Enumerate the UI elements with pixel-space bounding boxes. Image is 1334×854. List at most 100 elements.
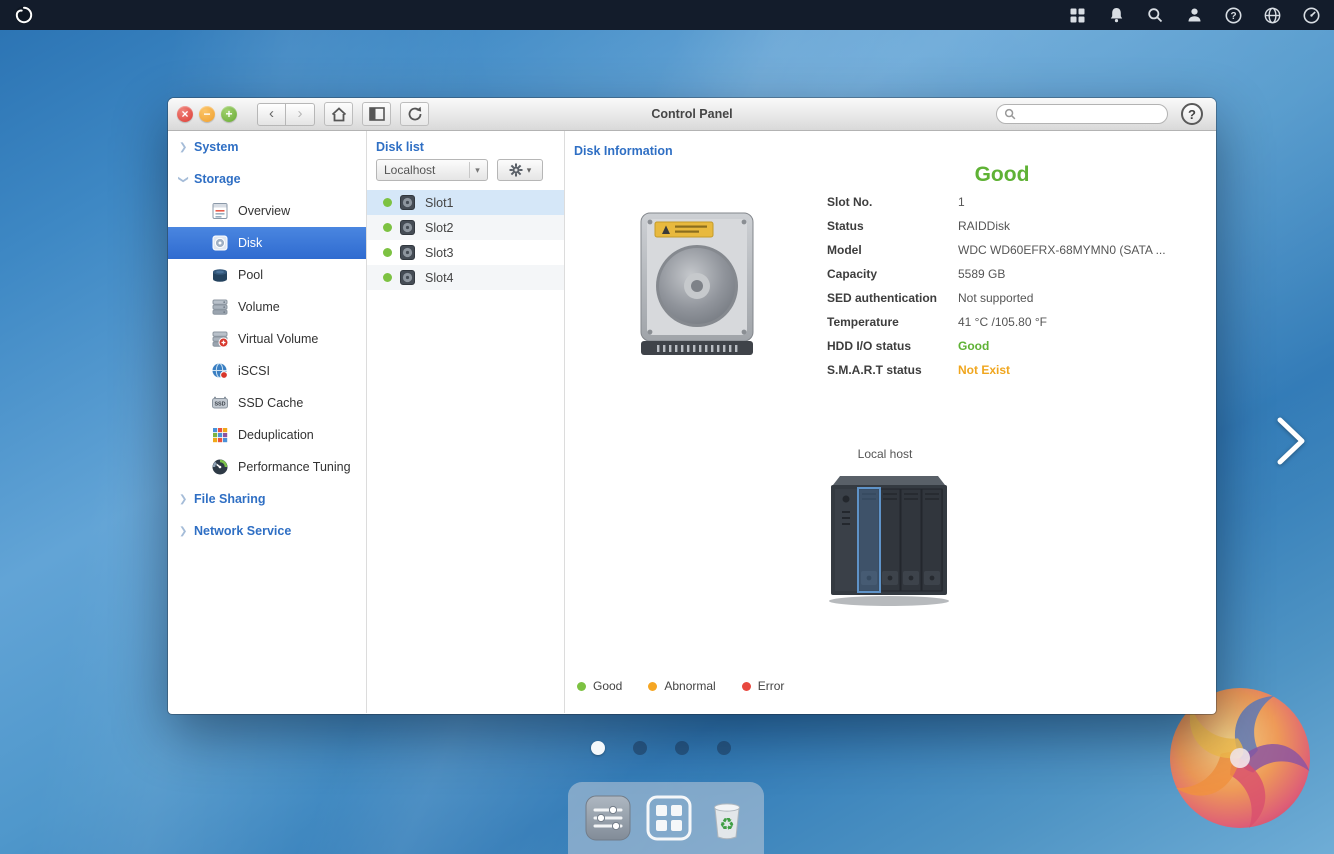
chevron-right-icon: [179, 142, 194, 153]
disk-list-panel: Disk list Localhost: [367, 131, 565, 713]
refresh-button[interactable]: [400, 102, 429, 126]
window-title: Control Panel: [651, 107, 732, 121]
local-host-label: Local host: [805, 447, 965, 461]
field-value: WDC WD60EFRX-68MYMN0 (SATA ...: [958, 243, 1166, 257]
status-dot-abnormal: [648, 682, 657, 691]
topbar: ?: [0, 0, 1334, 30]
legend-abnormal: Abnormal: [648, 679, 715, 693]
slot-row-slot4[interactable]: Slot4: [367, 265, 564, 290]
sidebar-group-storage[interactable]: Storage: [168, 163, 366, 195]
hdd-slot-icon: [400, 245, 415, 260]
sidebar-item-disk[interactable]: Disk: [168, 227, 366, 259]
apps-grid-icon[interactable]: [1068, 6, 1086, 24]
language-globe-icon[interactable]: [1263, 6, 1281, 24]
close-button[interactable]: [177, 106, 193, 122]
disk-information-title: Disk Information: [574, 144, 673, 158]
field-row-temperature: Temperature 41 °C /105.80 °F: [827, 310, 1166, 334]
desktop: ?: [0, 0, 1334, 854]
item-label: Virtual Volume: [238, 332, 318, 346]
legend-label: Abnormal: [664, 679, 715, 693]
chevron-down-icon: [179, 174, 194, 185]
search-icon[interactable]: [1146, 6, 1164, 24]
iscsi-icon: [210, 362, 229, 381]
field-value: 41 °C /105.80 °F: [958, 315, 1047, 329]
status-dot-good: [383, 223, 392, 232]
svg-text:?: ?: [1230, 11, 1236, 22]
adm-logo-icon[interactable]: [14, 5, 34, 25]
overall-status: Good: [922, 163, 1082, 187]
slot-row-slot3[interactable]: Slot3: [367, 240, 564, 265]
chevron-down-icon: [469, 162, 485, 178]
help-icon[interactable]: ?: [1224, 6, 1242, 24]
pool-icon: [210, 266, 229, 285]
window-searchbox[interactable]: [996, 104, 1168, 124]
slot-label: Slot3: [425, 246, 454, 260]
sidebar-group-file-sharing[interactable]: File Sharing: [168, 483, 366, 515]
disk-actions-button[interactable]: [497, 159, 543, 181]
window-body: System Storage: [168, 131, 1216, 713]
status-dot-good: [383, 198, 392, 207]
field-value: 1: [958, 195, 965, 209]
sidebar-item-virtual-volume[interactable]: Virtual Volume: [168, 323, 366, 355]
field-value: RAIDDisk: [958, 219, 1010, 233]
sidebar-item-pool[interactable]: Pool: [168, 259, 366, 291]
system-monitor-gauge-icon[interactable]: [1302, 6, 1320, 24]
disk-list-title: Disk list: [367, 131, 564, 155]
minimize-button[interactable]: [199, 106, 215, 122]
window-titlebar: Control Panel ?: [168, 98, 1216, 131]
slot-label: Slot4: [425, 271, 454, 285]
legend-label: Good: [593, 679, 622, 693]
sidebar-item-ssd-cache[interactable]: SSD SSD Cache: [168, 387, 366, 419]
system-settings-icon[interactable]: [585, 795, 631, 841]
sidebar-item-iscsi[interactable]: iSCSI: [168, 355, 366, 387]
status-dot-error: [742, 682, 751, 691]
add-tab-button[interactable]: [221, 106, 237, 122]
pager-dot-3[interactable]: [675, 741, 689, 755]
notifications-bell-icon[interactable]: [1107, 6, 1125, 24]
field-value: Good: [958, 339, 989, 353]
app-launcher-icon[interactable]: [646, 795, 692, 841]
group-label: File Sharing: [194, 492, 266, 506]
disk-information-panel: Disk Information Good: [565, 131, 1216, 713]
status-dot-good: [383, 273, 392, 282]
window-help-button[interactable]: ?: [1181, 103, 1203, 125]
sidebar-item-overview[interactable]: Overview: [168, 195, 366, 227]
sidebar-group-system[interactable]: System: [168, 131, 366, 163]
pager-dot-1[interactable]: [591, 741, 605, 755]
field-label: SED authentication: [827, 291, 958, 305]
pager-dot-4[interactable]: [717, 741, 731, 755]
legend-good: Good: [577, 679, 622, 693]
ssd-cache-icon: SSD: [210, 394, 229, 413]
item-label: SSD Cache: [238, 396, 303, 410]
window-search-input[interactable]: [1021, 108, 1160, 120]
field-row-smart: S.M.A.R.T status Not Exist: [827, 358, 1166, 382]
recycle-bin-icon[interactable]: ♻: [707, 795, 747, 841]
history-nav: [257, 103, 315, 126]
user-icon[interactable]: [1185, 6, 1203, 24]
hdd-slot-icon: [400, 270, 415, 285]
item-label: Overview: [238, 204, 290, 218]
sidebar-item-volume[interactable]: Volume: [168, 291, 366, 323]
nas-device-illustration: [819, 471, 959, 616]
home-button[interactable]: [324, 102, 353, 126]
forward-button[interactable]: [286, 103, 315, 126]
sidebar-item-deduplication[interactable]: Deduplication: [168, 419, 366, 451]
next-page-chevron-icon[interactable]: [1274, 414, 1308, 473]
hdd-slot-icon: [400, 220, 415, 235]
item-label: Deduplication: [238, 428, 314, 442]
item-label: Volume: [238, 300, 280, 314]
sidebar-item-performance-tuning[interactable]: Performance Tuning: [168, 451, 366, 483]
slot-row-slot1[interactable]: Slot1: [367, 190, 564, 215]
pager-dot-2[interactable]: [633, 741, 647, 755]
sidebar-group-network-service[interactable]: Network Service: [168, 515, 366, 547]
back-button[interactable]: [257, 103, 286, 126]
field-value: 5589 GB: [958, 267, 1005, 281]
field-label: S.M.A.R.T status: [827, 363, 958, 377]
host-dropdown[interactable]: Localhost: [376, 159, 488, 181]
dual-pane-toggle-button[interactable]: [362, 102, 391, 126]
chevron-right-icon: [179, 494, 194, 505]
field-label: Model: [827, 243, 958, 257]
item-label: Disk: [238, 236, 262, 250]
slot-row-slot2[interactable]: Slot2: [367, 215, 564, 240]
group-label: System: [194, 140, 238, 154]
